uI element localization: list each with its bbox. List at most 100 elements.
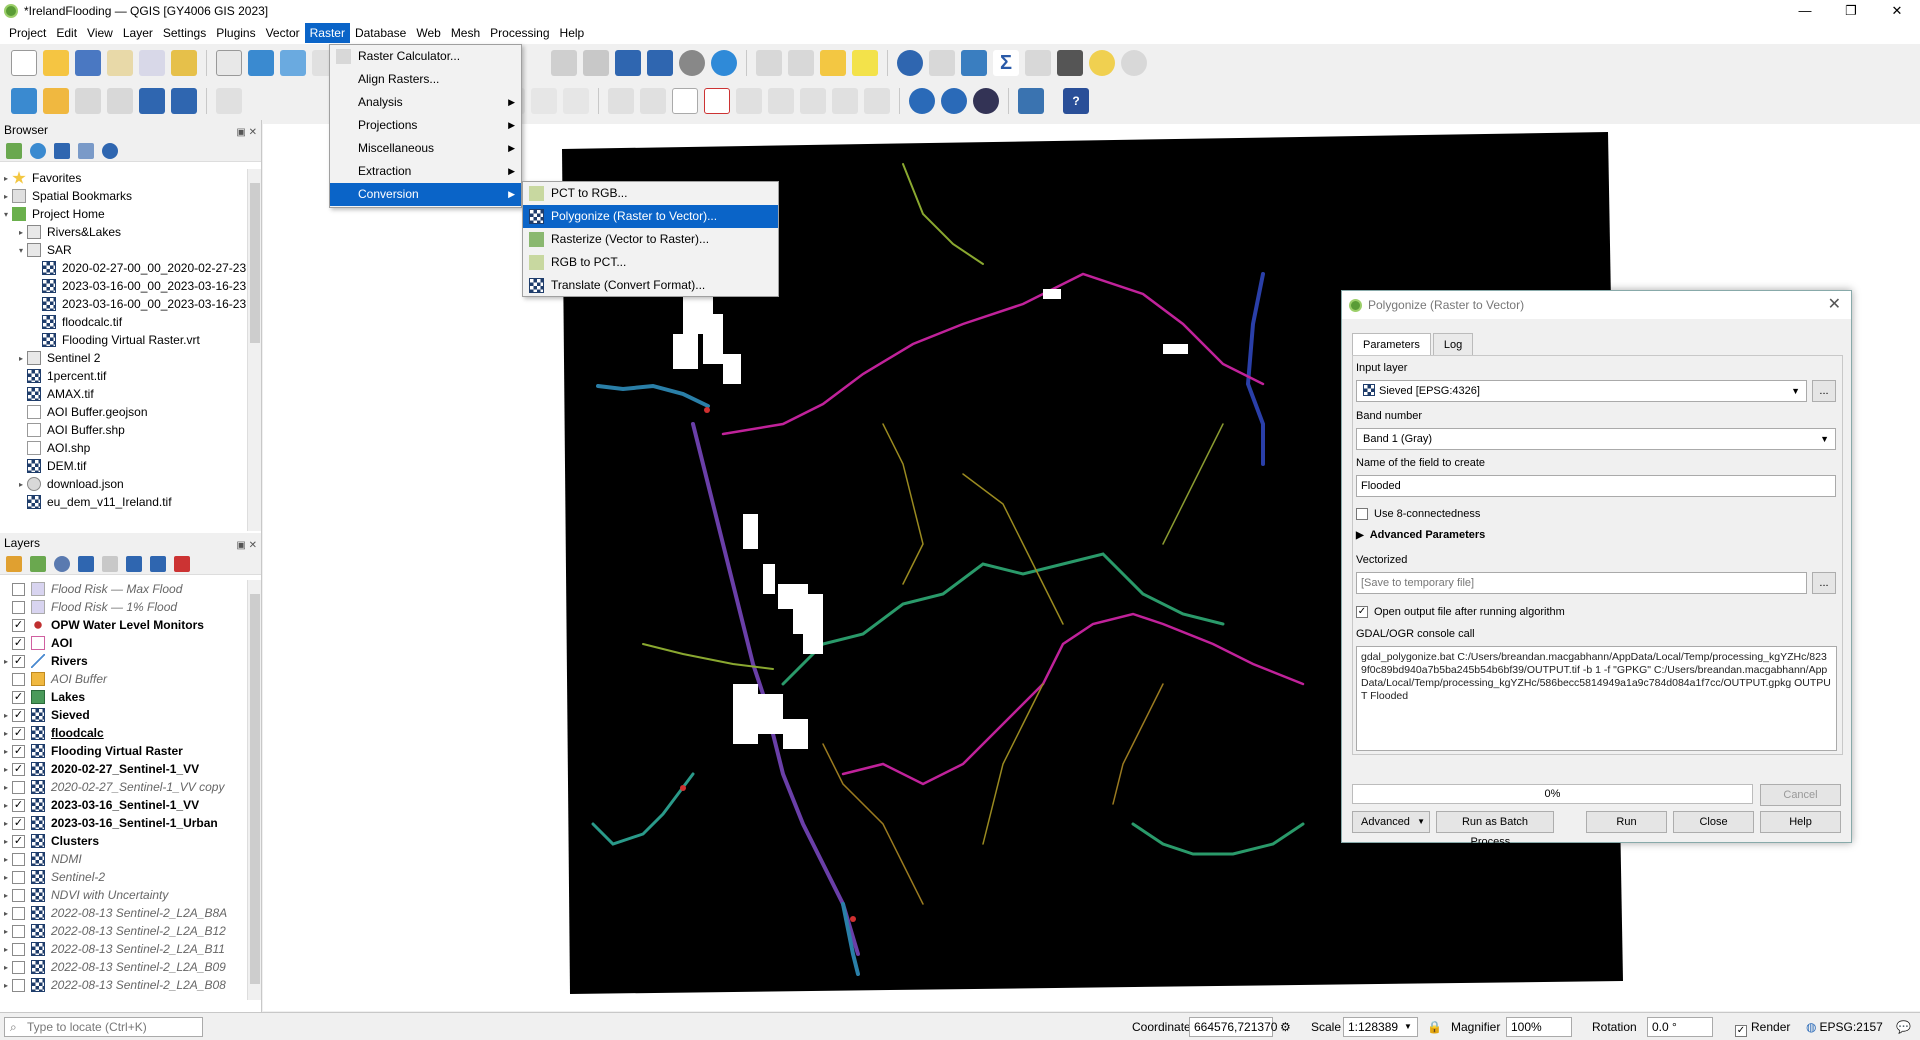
new-shapefile-icon[interactable] [75,88,101,114]
manage-themes-icon[interactable] [54,555,70,572]
plugin-globe-icon[interactable] [973,88,999,114]
layer-item[interactable]: ✓ OPW Water Level Monitors [0,616,247,634]
vectorized-output-input[interactable]: [Save to temporary file] [1356,572,1807,594]
expand-arrow-icon[interactable]: ▸ [0,981,12,990]
open-styling-icon[interactable] [6,555,22,572]
deselect-icon[interactable] [820,50,846,76]
messages-icon[interactable]: 💬 [1896,1017,1911,1037]
select-by-value-icon[interactable] [788,50,814,76]
run-batch-button[interactable]: Run as Batch Process... [1436,811,1554,848]
checkbox-unchecked-icon[interactable] [12,924,25,938]
layer-item[interactable]: ▸ 2022-08-13 Sentinel-2_L2A_B08 [0,976,247,994]
checkbox-unchecked-icon[interactable] [12,960,25,974]
browser-item[interactable]: AOI Buffer.shp [0,421,247,439]
new-scratch-layer-icon[interactable] [107,88,133,114]
menu-item-extraction[interactable]: Extraction ▶ [330,160,521,183]
menu-processing[interactable]: Processing [485,23,554,43]
help-question-icon[interactable]: ? [1063,88,1089,114]
expand-arrow-icon[interactable]: ▸ [15,354,27,363]
add-raster-icon[interactable] [139,88,165,114]
close-button[interactable]: ✕ [1874,0,1920,22]
statistics-sigma-icon[interactable]: Σ [993,50,1019,76]
add-group-icon[interactable] [30,555,46,572]
menu-item-pct-to-rgb[interactable]: PCT to RGB... [523,182,778,205]
bookmark-new-icon[interactable] [615,50,641,76]
layer-item[interactable]: ▸ ✓ 2023-03-16_Sentinel-1_Urban [0,814,247,832]
redo-icon[interactable] [563,88,589,114]
coordinate-field[interactable]: 664576,721370 [1189,1017,1277,1037]
menu-edit[interactable]: Edit [51,23,82,43]
expand-arrow-icon[interactable]: ▸ [0,945,12,954]
browser-item[interactable]: ▸ Sentinel 2 [0,349,247,367]
browser-item[interactable]: ▸ Favorites [0,169,247,187]
dialog-close-icon[interactable]: ✕ [1828,291,1841,319]
tab-log[interactable]: Log [1432,333,1474,355]
expand-arrow-icon[interactable]: ▸ [0,729,12,738]
filter-expression-icon[interactable] [102,555,118,572]
checkbox-unchecked-icon[interactable] [12,780,25,794]
layer-item[interactable]: ▸ ✓ 2020-02-27_Sentinel-1_VV [0,760,247,778]
browser-item[interactable]: 2020-02-27-00_00_2020-02-27-23 [0,259,247,277]
undo-icon[interactable] [531,88,557,114]
menu-settings[interactable]: Settings [158,23,211,43]
field-name-input[interactable]: Flooded [1356,475,1836,497]
checkbox-checked-icon[interactable]: ✓ [12,708,25,722]
expand-arrow-icon[interactable]: ▸ [15,228,27,237]
expand-arrow-icon[interactable]: ▸ [0,855,12,864]
temporal-controller-icon[interactable] [679,50,705,76]
checkbox-checked-icon[interactable]: ✓ [12,618,25,632]
layer-labeling-icon[interactable] [672,88,698,114]
menu-project[interactable]: Project [4,23,51,43]
change-label-icon[interactable] [864,88,890,114]
browser-item[interactable]: ▾ Project Home [0,205,247,223]
menu-database[interactable]: Database [350,23,411,43]
checkbox-unchecked-icon[interactable] [12,600,25,614]
browser-item[interactable]: ▸ Spatial Bookmarks [0,187,247,205]
layer-item[interactable]: ▸ ✓ Clusters [0,832,247,850]
layer-item[interactable]: ▸ Sentinel-2 [0,868,247,886]
zoom-selection-icon[interactable] [583,50,609,76]
browser-item[interactable]: ▸ download.json [0,475,247,493]
layer-item[interactable]: ▸ NDVI with Uncertainty [0,886,247,904]
browser-scrollbar[interactable] [247,169,261,531]
browser-item[interactable]: ▾ SAR [0,241,247,259]
menu-item-polygonize[interactable]: Polygonize (Raster to Vector)... [523,205,778,228]
browser-item[interactable]: AOI.shp [0,439,247,457]
expand-arrow-icon[interactable]: ▾ [0,210,12,219]
checkbox-checked-icon[interactable]: ✓ [12,816,25,830]
layer-item[interactable]: ✓ AOI [0,634,247,652]
field-calculator-icon[interactable] [1025,50,1051,76]
menu-help[interactable]: Help [555,23,590,43]
python-console-icon[interactable] [1018,88,1044,114]
minimize-button[interactable]: — [1782,0,1828,22]
vectorized-browse-button[interactable]: ... [1812,572,1836,594]
measure-line-icon[interactable] [1057,50,1083,76]
layer-item[interactable]: ▸ 2022-08-13 Sentinel-2_L2A_B8A [0,904,247,922]
expand-arrow-icon[interactable]: ▸ [0,837,12,846]
expand-arrow-icon[interactable]: ▸ [0,819,12,828]
layer-item[interactable]: Flood Risk — 1% Flood [0,598,247,616]
select-location-icon[interactable] [852,50,878,76]
gps-icon[interactable] [1121,50,1147,76]
input-layer-select[interactable]: Sieved [EPSG:4326] ▼ [1356,380,1807,402]
use-8-connectedness-checkbox[interactable]: Use 8-connectedness [1356,508,1480,520]
checkbox-unchecked-icon[interactable] [12,906,25,920]
checkbox-unchecked-icon[interactable] [12,582,25,596]
new-geopackage-icon[interactable] [43,88,69,114]
browser-tree[interactable]: ▸ Favorites ▸ Spatial Bookmarks ▾ Project Hom… [0,169,247,531]
browser-item[interactable]: DEM.tif [0,457,247,475]
expand-all-icon[interactable] [126,555,142,572]
filter-browser-icon[interactable] [54,142,70,159]
menu-item-rasterize[interactable]: Rasterize (Vector to Raster)... [523,228,778,251]
select-features-icon[interactable] [756,50,782,76]
menu-item-analysis[interactable]: Analysis ▶ [330,91,521,114]
browser-item[interactable]: Flooding Virtual Raster.vrt [0,331,247,349]
checkbox-checked-icon[interactable]: ✓ [12,762,25,776]
save-project-icon[interactable] [75,50,101,76]
advanced-parameters-toggle[interactable]: ▶ Advanced Parameters [1356,529,1485,541]
show-hide-labels-icon[interactable] [768,88,794,114]
layer-item[interactable]: ▸ 2022-08-13 Sentinel-2_L2A_B12 [0,922,247,940]
quickmapservices-icon[interactable] [909,88,935,114]
menu-item-rgb-to-pct[interactable]: RGB to PCT... [523,251,778,274]
browser-item[interactable]: 2023-03-16-00_00_2023-03-16-23 [0,295,247,313]
